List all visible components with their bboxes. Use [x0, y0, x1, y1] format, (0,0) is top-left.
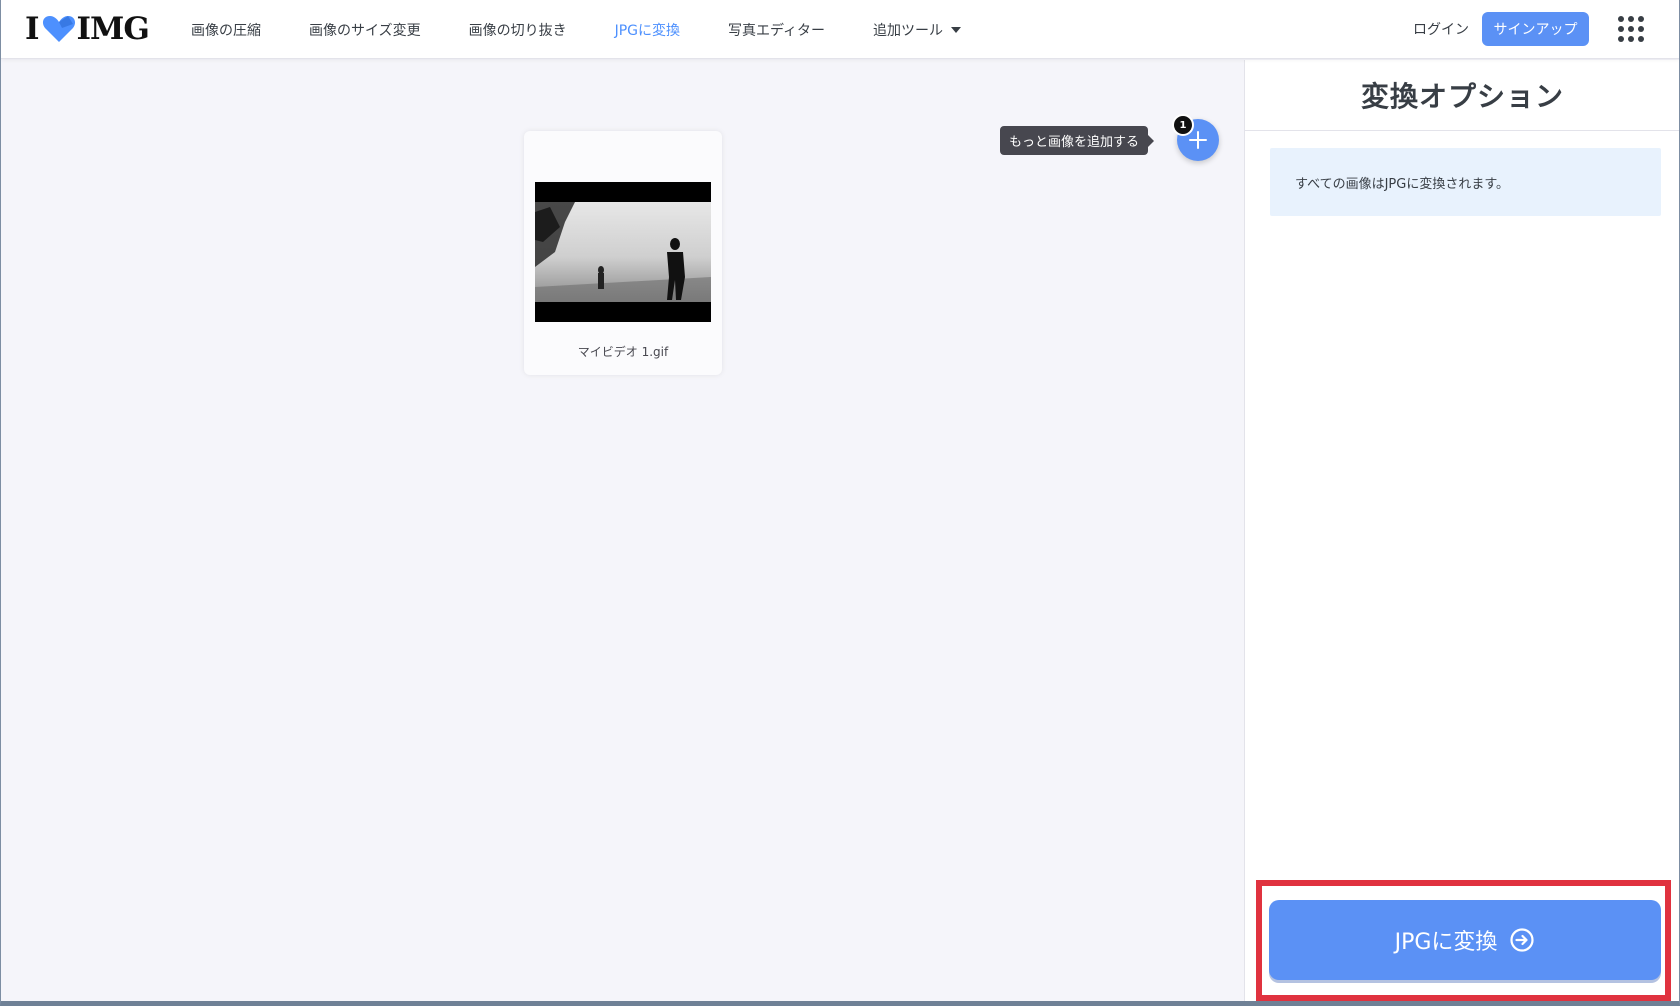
nav-compress-label: 画像の圧縮: [191, 22, 261, 39]
nav-resize[interactable]: 画像のサイズ変更: [309, 20, 421, 40]
nav-photo-editor-label: 写真エディター: [728, 22, 826, 39]
app-window: I IMG 画像の圧縮 画像のサイズ変更 画像の切り抜き JPGに変換 写真エデ…: [0, 0, 1680, 1006]
main-nav: 画像の圧縮 画像のサイズ変更 画像の切り抜き JPGに変換 写真エディター 追加…: [191, 0, 1009, 59]
file-count-badge: 1: [1172, 114, 1194, 136]
file-workspace: マイビデオ 1.gif もっと画像を追加する 1: [1, 60, 1244, 1001]
nav-more-tools[interactable]: 追加ツール: [873, 20, 962, 40]
sidebar-title: 変換オプション: [1245, 60, 1679, 131]
brand-logo[interactable]: I IMG: [25, 11, 150, 47]
chevron-down-icon: [951, 26, 962, 33]
nav-more-tools-label: 追加ツール: [873, 22, 944, 39]
logo-text-right: IMG: [76, 11, 150, 47]
add-more-tooltip: もっと画像を追加する: [1000, 126, 1155, 155]
nav-resize-label: 画像のサイズ変更: [309, 22, 421, 39]
nav-crop-label: 画像の切り抜き: [468, 22, 567, 39]
info-message: すべての画像はJPGに変換されます。: [1270, 148, 1661, 216]
heart-logo-icon: [42, 16, 75, 42]
nav-crop[interactable]: 画像の切り抜き: [469, 20, 567, 40]
options-sidebar: 変換オプション すべての画像はJPGに変換されます。 JPGに変換: [1244, 60, 1679, 1001]
file-name: マイビデオ 1.gif: [577, 345, 669, 359]
login-link[interactable]: ログイン: [1413, 19, 1469, 39]
top-header: I IMG 画像の圧縮 画像のサイズ変更 画像の切り抜き JPGに変換 写真エデ…: [1, 0, 1679, 59]
nav-photo-editor[interactable]: 写真エディター: [728, 20, 825, 40]
apps-grid-icon[interactable]: [1618, 16, 1644, 42]
nav-compress[interactable]: 画像の圧縮: [191, 20, 261, 40]
convert-to-jpg-button[interactable]: JPGに変換: [1269, 900, 1661, 980]
convert-button-label: JPGに変換: [1394, 930, 1498, 955]
signup-button[interactable]: サインアップ: [1482, 12, 1589, 46]
plus-icon: [1189, 131, 1207, 149]
arrow-right-circle-icon: [1510, 928, 1535, 952]
nav-convert-jpg[interactable]: JPGに変換: [615, 20, 680, 40]
info-text: すべての画像はJPGに変換されます。: [1295, 176, 1510, 192]
nav-convert-jpg-label: JPGに変換: [614, 22, 681, 39]
file-thumbnail: [535, 182, 711, 322]
file-card[interactable]: マイビデオ 1.gif: [524, 131, 722, 375]
logo-text-left: I: [25, 11, 39, 47]
